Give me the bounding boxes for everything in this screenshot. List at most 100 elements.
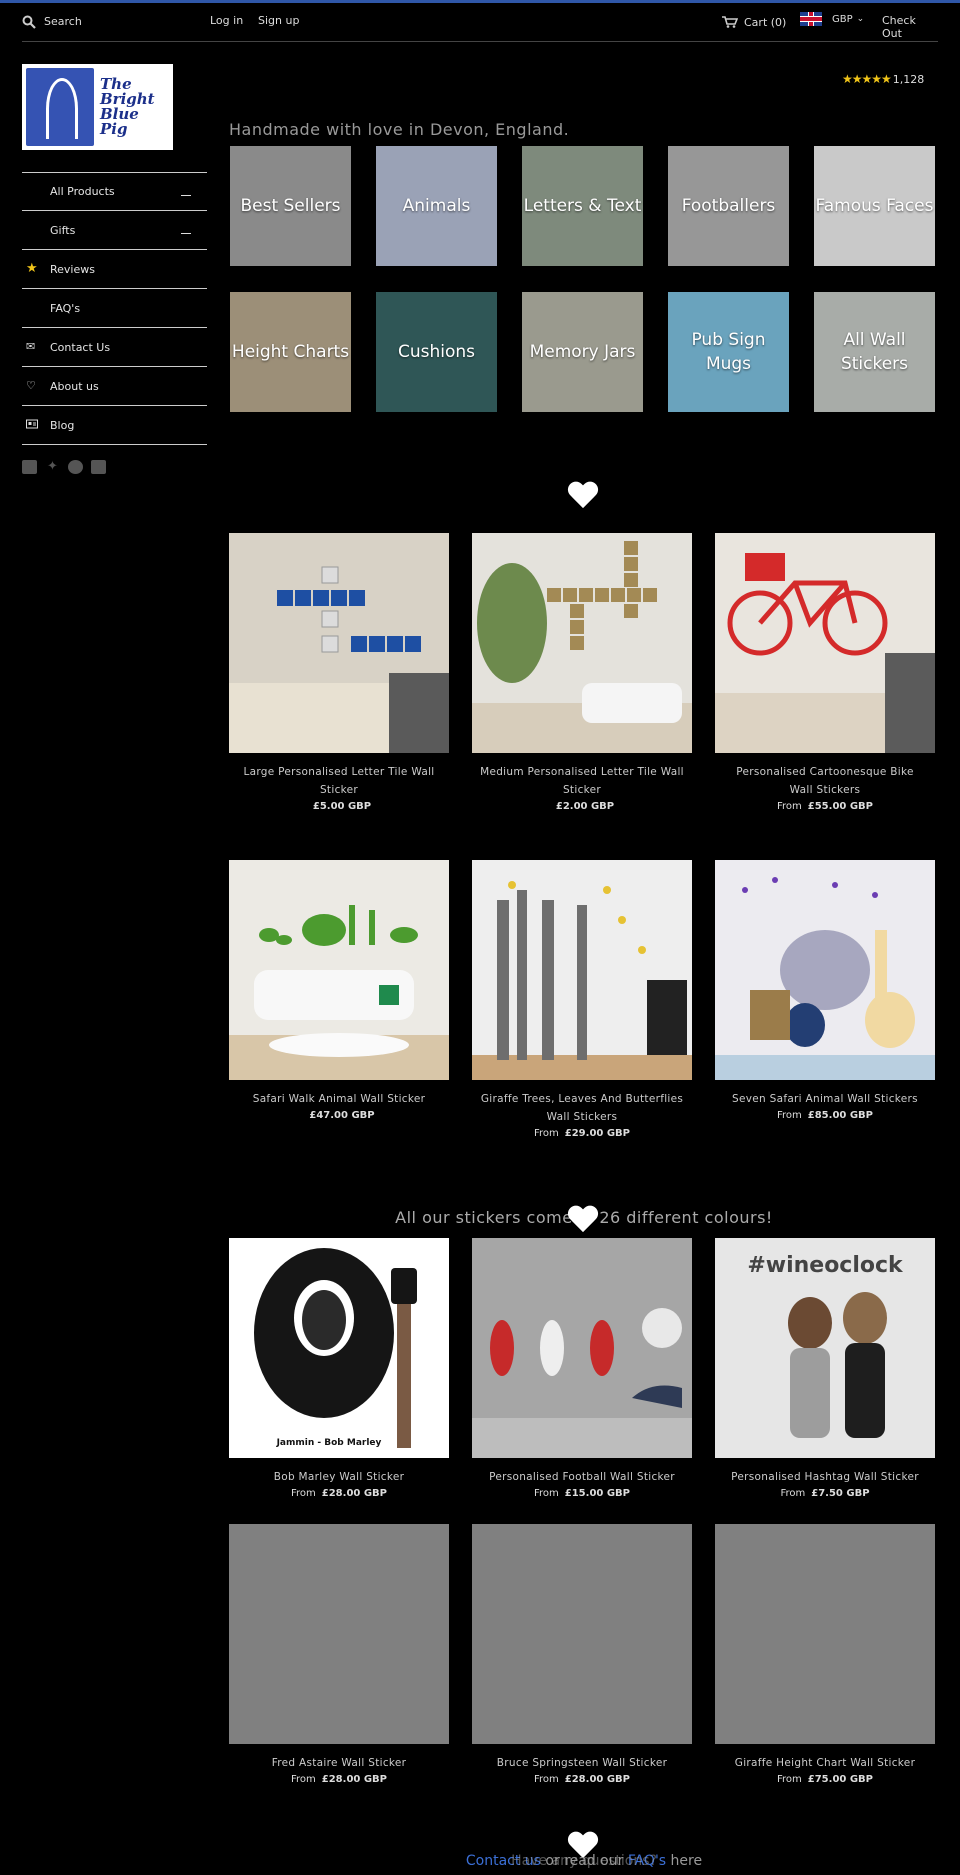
collection-tile-cushions[interactable]: Cushions xyxy=(376,292,497,412)
collection-tile-height-charts[interactable]: Height Charts xyxy=(230,292,351,412)
collection-tile-memory-jars[interactable]: Memory Jars xyxy=(522,292,643,412)
product-card[interactable]: Seven Safari Animal Wall Stickers From £8… xyxy=(715,860,935,1124)
price-prefix: From xyxy=(533,1774,559,1785)
product-title[interactable]: Giraffe Height Chart Wall Sticker xyxy=(715,1754,935,1772)
product-card[interactable]: Giraffe Height Chart Wall Sticker From £7… xyxy=(715,1524,935,1788)
heart-divider-icon xyxy=(567,1206,599,1236)
product-image-placeholder[interactable] xyxy=(472,1524,692,1744)
collection-tile-all-wall-stickers[interactable]: All Wall Stickers xyxy=(814,292,935,412)
checkout-link[interactable]: Check Out xyxy=(882,14,938,40)
price-prefix: From xyxy=(776,801,802,812)
sidebar-item-faqs[interactable]: FAQ's xyxy=(22,289,207,328)
search-icon[interactable] xyxy=(22,14,36,29)
sidebar-item-reviews[interactable]: ★ Reviews xyxy=(22,250,207,289)
product-price: From £85.00 GBP xyxy=(715,1108,935,1124)
collection-tile-animals[interactable]: Animals xyxy=(376,146,497,266)
currency-selector[interactable]: GBP ⌄ xyxy=(800,12,864,26)
hashtag-text: #wineoclock xyxy=(747,1253,904,1278)
product-image[interactable] xyxy=(229,860,449,1080)
product-image-placeholder[interactable] xyxy=(229,1524,449,1744)
currency-label: GBP xyxy=(832,13,853,25)
product-price: From £28.00 GBP xyxy=(229,1486,449,1502)
cart-link[interactable]: Cart (0) xyxy=(722,13,786,32)
product-price: From £7.50 GBP xyxy=(715,1486,935,1502)
logo-line: Pig xyxy=(100,120,128,138)
price-prefix: From xyxy=(776,1774,802,1785)
product-title[interactable]: Personalised Football Wall Sticker xyxy=(472,1468,692,1486)
product-title[interactable]: Safari Walk Animal Wall Sticker xyxy=(229,1090,449,1108)
product-price: From £29.00 GBP xyxy=(472,1126,692,1142)
product-title[interactable]: Bob Marley Wall Sticker xyxy=(229,1468,449,1486)
collection-tile-letters-text[interactable]: Letters & Text xyxy=(522,146,643,266)
price-value: £47.00 GBP xyxy=(309,1110,375,1121)
search-form xyxy=(22,14,164,29)
product-image[interactable] xyxy=(472,1238,692,1458)
product-card[interactable]: Fred Astaire Wall Sticker From £28.00 GBP xyxy=(229,1524,449,1788)
collection-tile-famous-faces[interactable]: Famous Faces xyxy=(814,146,935,266)
product-image[interactable] xyxy=(472,860,692,1080)
price-prefix: From xyxy=(533,1488,559,1499)
product-card[interactable]: Personalised Cartoonesque Bike Wall Stic… xyxy=(715,533,935,815)
product-image[interactable] xyxy=(472,533,692,753)
chevron-down-icon: ⌄ xyxy=(856,14,865,24)
sidebar-item-blog[interactable]: Blog xyxy=(22,406,207,445)
site-logo[interactable]: The Bright Blue Pig xyxy=(22,64,173,150)
sidebar-item-contact[interactable]: ✉ Contact Us xyxy=(22,328,207,367)
sidebar-item-about[interactable]: ♡ About us xyxy=(22,367,207,406)
product-image-placeholder[interactable] xyxy=(715,1524,935,1744)
product-card[interactable]: Giraffe Trees, Leaves And Butterflies Wa… xyxy=(472,860,692,1142)
expand-icon[interactable] xyxy=(181,233,191,234)
product-title[interactable]: Seven Safari Animal Wall Stickers xyxy=(715,1090,935,1108)
product-image[interactable] xyxy=(715,533,935,753)
product-title[interactable]: Large Personalised Letter Tile Wall Stic… xyxy=(229,763,449,799)
search-input[interactable] xyxy=(44,14,164,28)
product-card[interactable]: Large Personalised Letter Tile Wall Stic… xyxy=(229,533,449,815)
collection-tile-pub-sign-mugs[interactable]: Pub Sign Mugs xyxy=(668,292,789,412)
product-title[interactable]: Personalised Hashtag Wall Sticker xyxy=(715,1468,935,1486)
pinterest-icon[interactable] xyxy=(68,460,83,474)
pig-logo-icon xyxy=(26,68,94,146)
product-price: From £75.00 GBP xyxy=(715,1772,935,1788)
product-card[interactable]: Bruce Springsteen Wall Sticker From £28.0… xyxy=(472,1524,692,1788)
reviews-badge[interactable]: ★★★★★ 1,128 xyxy=(842,72,924,86)
twitter-icon[interactable]: ✦ xyxy=(45,460,60,474)
price-prefix: From xyxy=(776,1110,802,1121)
product-price: £2.00 GBP xyxy=(472,799,692,815)
product-title[interactable]: Personalised Cartoonesque Bike Wall Stic… xyxy=(715,763,935,799)
header: Log in Sign up Cart (0) GBP ⌄ Check Out xyxy=(22,8,938,42)
collection-label: All Wall Stickers xyxy=(840,330,909,374)
product-title[interactable]: Bruce Springsteen Wall Sticker xyxy=(472,1754,692,1772)
collection-label: Height Charts xyxy=(231,342,350,362)
login-link[interactable]: Log in xyxy=(210,14,243,27)
cart-label[interactable]: Cart (0) xyxy=(744,16,786,29)
sidebar-item-label: FAQ's xyxy=(50,301,81,315)
blog-icon xyxy=(26,419,38,431)
sidebar-item-all-products[interactable]: All Products xyxy=(22,172,207,211)
product-card[interactable]: Safari Walk Animal Wall Sticker £47.00 G… xyxy=(229,860,449,1124)
heart-divider-icon xyxy=(567,482,599,512)
heart-outline-icon: ♡ xyxy=(26,379,36,392)
sidebar-item-gifts[interactable]: Gifts xyxy=(22,211,207,250)
product-card[interactable]: Medium Personalised Letter Tile Wall Sti… xyxy=(472,533,692,815)
collection-tile-footballers[interactable]: Footballers xyxy=(668,146,789,266)
product-card[interactable]: #wineoclock Personalised Hashtag Wall St… xyxy=(715,1238,935,1502)
product-image[interactable]: Jammin - Bob Marley xyxy=(229,1238,449,1458)
price-prefix: From xyxy=(533,1128,559,1139)
product-card[interactable]: Personalised Football Wall Sticker From £… xyxy=(472,1238,692,1502)
youtube-icon[interactable] xyxy=(91,460,106,474)
sidebar-item-label: Blog xyxy=(50,418,75,432)
expand-icon[interactable] xyxy=(181,195,191,196)
product-image[interactable] xyxy=(715,860,935,1080)
product-title[interactable]: Giraffe Trees, Leaves And Butterflies Wa… xyxy=(472,1090,692,1126)
facebook-icon[interactable] xyxy=(22,460,37,474)
product-card[interactable]: Jammin - Bob Marley Bob Marley Wall Stic… xyxy=(229,1238,449,1502)
star-icon: ★ xyxy=(26,261,38,276)
signup-link[interactable]: Sign up xyxy=(258,14,299,27)
collection-tile-best-sellers[interactable]: Best Sellers xyxy=(230,146,351,266)
product-image[interactable]: #wineoclock xyxy=(715,1238,935,1458)
product-title[interactable]: Fred Astaire Wall Sticker xyxy=(229,1754,449,1772)
tagline: Handmade with love in Devon, England. xyxy=(229,120,570,139)
product-title[interactable]: Medium Personalised Letter Tile Wall Sti… xyxy=(472,763,692,799)
product-image[interactable] xyxy=(229,533,449,753)
collection-label: Famous Faces xyxy=(815,196,934,216)
